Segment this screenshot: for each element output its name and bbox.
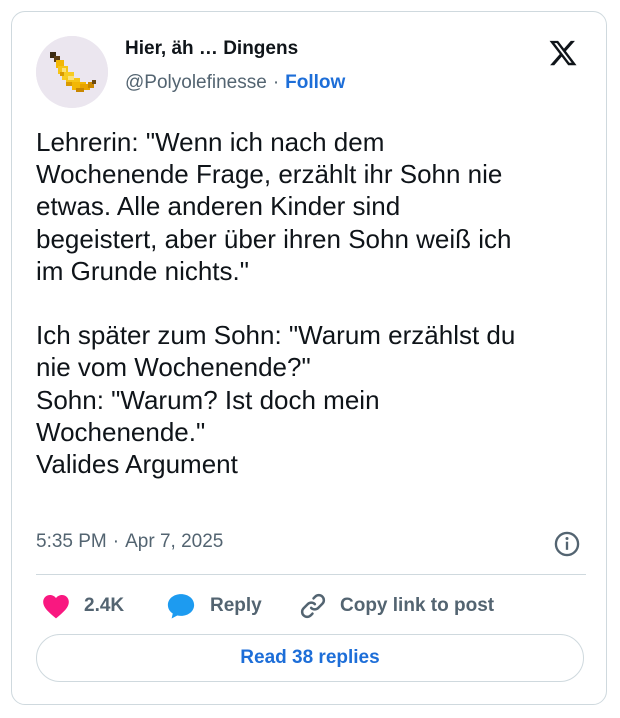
- author-handle-row: @Polyolefinesse · Follow: [125, 72, 345, 94]
- tweet-card: Hier, äh … Dingens @Polyolefinesse · Follo…: [11, 11, 607, 705]
- like-button[interactable]: 2.4K: [42, 590, 124, 622]
- reply-button[interactable]: Reply: [166, 590, 262, 622]
- avatar[interactable]: [36, 36, 108, 108]
- separator-dot: ·: [112, 531, 120, 552]
- separator-dot: ·: [272, 72, 280, 93]
- heart-icon: [43, 595, 69, 619]
- x-logo-icon[interactable]: [548, 38, 578, 68]
- reply-label: Reply: [210, 595, 262, 616]
- read-replies-button[interactable]: Read 38 replies: [36, 634, 584, 682]
- tweet-date: Apr 7, 2025: [125, 531, 224, 552]
- tweet-timestamp[interactable]: 5:35 PM · Apr 7, 2025: [36, 531, 223, 553]
- tweet-time: 5:35 PM: [36, 531, 107, 552]
- follow-link[interactable]: Follow: [285, 72, 345, 93]
- info-icon[interactable]: [553, 530, 581, 558]
- divider: [36, 574, 586, 575]
- link-icon: [300, 593, 326, 619]
- copy-link-label: Copy link to post: [340, 595, 495, 616]
- pixel-banana-icon: [36, 36, 108, 108]
- copy-link-button[interactable]: Copy link to post: [298, 590, 494, 622]
- author-handle[interactable]: @Polyolefinesse: [125, 72, 267, 93]
- speech-bubble-icon: [167, 594, 195, 619]
- author-name[interactable]: Hier, äh … Dingens: [125, 38, 298, 60]
- tweet-text: Lehrerin: "Wenn ich nach dem Wochenende …: [36, 127, 516, 480]
- like-count: 2.4K: [84, 595, 125, 616]
